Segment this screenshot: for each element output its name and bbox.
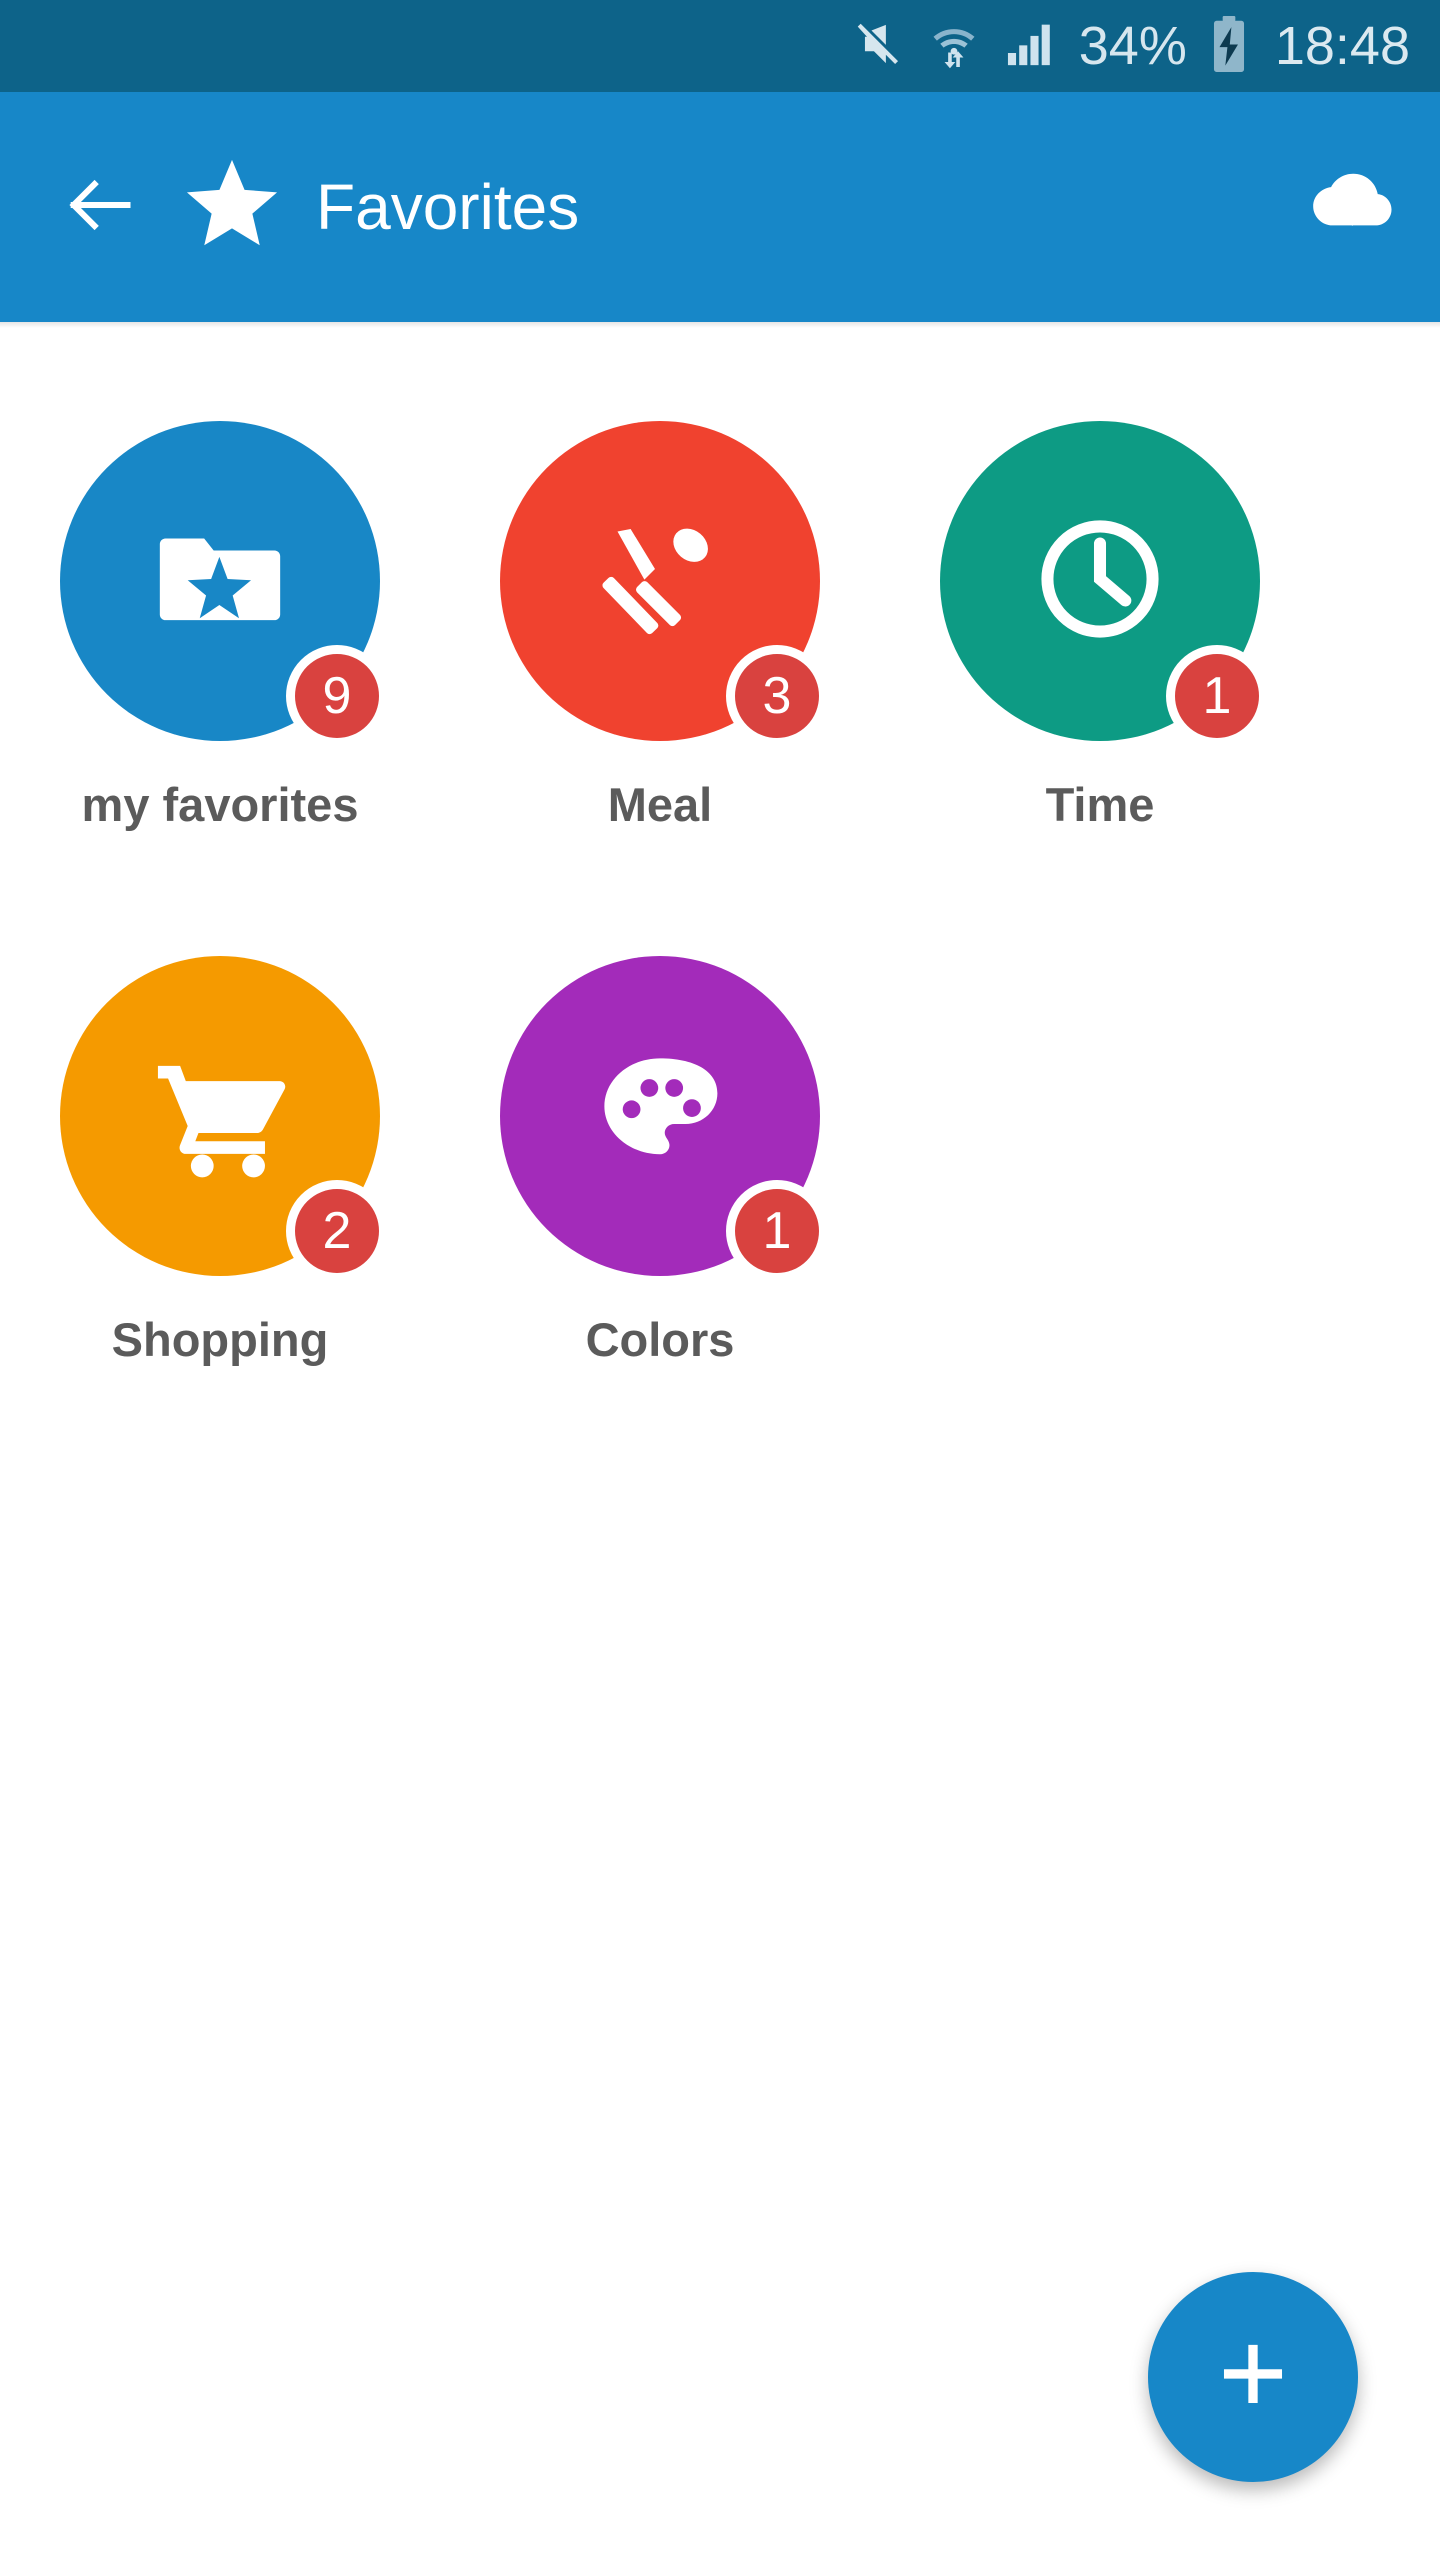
category-badge: 9 [286, 645, 388, 747]
category-grid: 9 my favorites 3 Meal 1 Time 2 Shopping … [0, 328, 1440, 1491]
star-icon [180, 153, 284, 262]
palette-icon [589, 1043, 731, 1190]
category-circle-wrap: 1 [940, 421, 1268, 747]
cloud-download-button[interactable] [1294, 152, 1404, 262]
category-circle-wrap: 3 [500, 421, 828, 747]
mute-icon [851, 17, 905, 76]
status-bar-clock: 18:48 [1274, 16, 1410, 76]
category-badge: 1 [726, 1180, 828, 1282]
cutlery-icon [585, 504, 735, 659]
content-area: 9 my favorites 3 Meal 1 Time 2 Shopping … [0, 328, 1440, 2560]
battery-percent-label: 34% [1078, 16, 1187, 76]
category-circle-wrap: 2 [60, 956, 388, 1282]
plus-icon [1210, 2332, 1296, 2423]
category-item-colors[interactable]: 1 Colors [440, 956, 880, 1491]
folder-star-icon [144, 503, 296, 660]
status-bar-icons: 34% [851, 15, 1249, 78]
category-circle-wrap: 1 [500, 956, 828, 1282]
clock-icon [1024, 503, 1176, 660]
category-label: Time [1045, 778, 1155, 831]
app-bar-left-group: Favorites [56, 153, 1294, 262]
app-bar-title-group: Favorites [180, 153, 579, 262]
category-label: Shopping [111, 1313, 329, 1366]
battery-charging-icon [1209, 15, 1249, 78]
category-badge: 3 [726, 645, 828, 747]
cloud-download-icon [1299, 155, 1399, 260]
category-item-my-favorites[interactable]: 9 my favorites [0, 421, 440, 956]
page-title: Favorites [316, 171, 580, 243]
category-badge: 2 [286, 1180, 388, 1282]
category-label: Colors [585, 1313, 735, 1366]
category-label: Meal [607, 778, 713, 831]
app-bar: Favorites [0, 92, 1440, 322]
category-badge: 1 [1166, 645, 1268, 747]
back-button[interactable] [56, 164, 142, 250]
category-label: my favorites [81, 778, 359, 831]
category-circle-wrap: 9 [60, 421, 388, 747]
category-item-meal[interactable]: 3 Meal [440, 421, 880, 956]
category-item-shopping[interactable]: 2 Shopping [0, 956, 440, 1491]
category-item-time[interactable]: 1 Time [880, 421, 1320, 956]
status-bar: 34% 18:48 [0, 0, 1440, 92]
add-favorite-fab[interactable] [1148, 2272, 1358, 2482]
shopping-cart-icon [144, 1038, 296, 1195]
cellular-signal-icon [1003, 17, 1057, 76]
back-arrow-icon [61, 167, 137, 248]
wifi-transfer-icon [927, 17, 981, 76]
